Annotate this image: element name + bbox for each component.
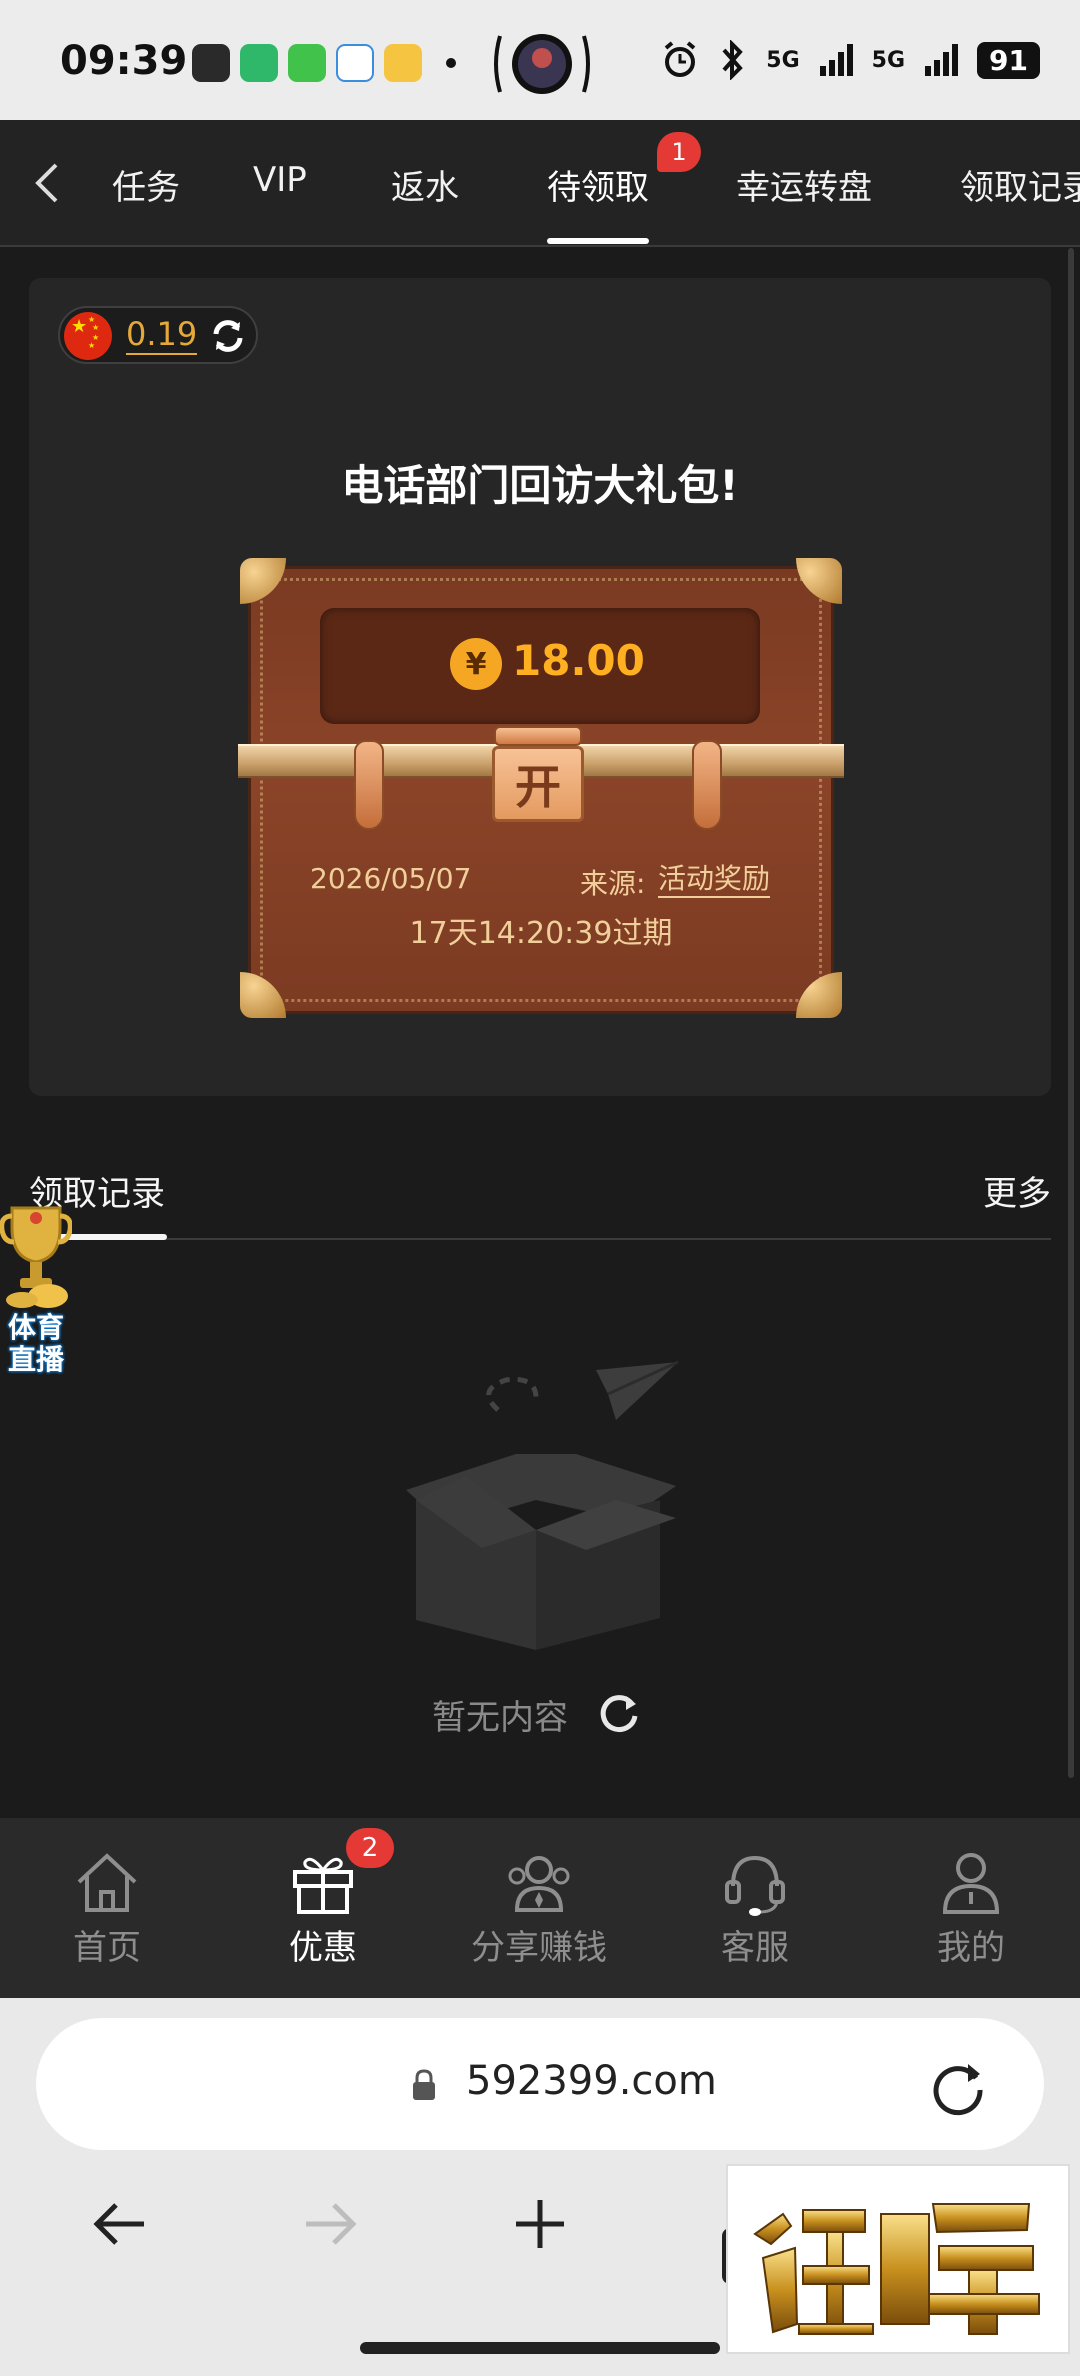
weibo-icon (384, 44, 422, 82)
messages-app-icon (288, 44, 326, 82)
lock-shackle (494, 726, 582, 746)
new-tab-button[interactable] (500, 2184, 580, 2264)
sports-live-label: 体育直播 (7, 1311, 64, 1376)
secure-lock-icon (413, 2069, 435, 2100)
status-time: 09:39 (60, 38, 188, 84)
tab-vip[interactable]: VIP (253, 160, 307, 200)
notification-icons (192, 44, 422, 82)
nav-support-label: 客服 (721, 1928, 789, 1968)
top-tab-bar: 任务 VIP 返水 待领取 幸运转盘 领取记录 (0, 120, 1080, 247)
active-tab-indicator (547, 238, 649, 244)
nav-home[interactable]: 首页 (22, 1848, 192, 1969)
reload-records-icon[interactable] (596, 1690, 642, 1736)
records-divider (29, 1238, 1051, 1240)
plus-icon (516, 2200, 564, 2248)
records-more-link[interactable]: 更多 (983, 1166, 1051, 1215)
arrow-left-icon (93, 2203, 144, 2245)
video-app-icon (240, 44, 278, 82)
nav-promotions-label: 优惠 (289, 1928, 357, 1968)
home-indicator[interactable] (360, 2342, 720, 2354)
nav-profile[interactable]: 我的 (886, 1848, 1056, 1969)
tab-tasks[interactable]: 任务 (112, 160, 180, 209)
trophy-icon (0, 1206, 73, 1308)
treasure-chest[interactable]: ¥ 18.00 开 2026/05/07 来源: 活动奖励 17天14:20:3… (238, 556, 844, 1018)
app-notification-icon (192, 44, 230, 82)
yuan-coin-icon: ¥ (450, 638, 502, 690)
sports-live-float-button[interactable]: 体育直播 (0, 1200, 73, 1384)
bottom-nav: 首页 优惠 分享赚钱 客服 我的 (0, 1818, 1080, 1998)
more-notifications-dot (446, 58, 456, 68)
chest-latch (692, 740, 722, 830)
battery-level: 91 (977, 41, 1040, 79)
nav-home-label: 首页 (73, 1928, 141, 1968)
china-flag-icon: ★ ★ ★ ★ ★ (64, 312, 112, 360)
gift-amount: 18.00 (512, 636, 645, 685)
refresh-balance-icon[interactable] (206, 314, 250, 358)
gift-title: 电话部门回访大礼包! (341, 461, 739, 510)
reload-icon[interactable] (928, 2056, 988, 2116)
url-text[interactable]: 592399.com (466, 2058, 717, 2104)
headset-icon (725, 1855, 785, 1916)
chevron-left-icon (35, 163, 58, 203)
lock-label: 开 (492, 746, 584, 822)
tab-claim-records[interactable]: 领取记录 (960, 160, 1080, 209)
brand-logo-image (753, 2203, 1040, 2335)
expiry-countdown: 17天14:20:39过期 (409, 916, 673, 951)
arrow-right-icon (306, 2203, 357, 2245)
alarm-icon (665, 41, 696, 77)
nav-share-earn-label: 分享赚钱 (471, 1928, 607, 1968)
chest-latch (354, 740, 384, 830)
signal-1-label: 5G (766, 47, 800, 73)
address-bar[interactable]: 592399.com (36, 2018, 1044, 2150)
nav-share-earn[interactable]: 分享赚钱 (454, 1848, 624, 1969)
tab-rebate[interactable]: 返水 (391, 160, 459, 209)
user-icon (942, 1853, 1000, 1914)
home-icon (77, 1853, 137, 1912)
signal-1-icon (819, 44, 853, 76)
pending-count-badge: 1 (657, 132, 701, 172)
tab-lucky-wheel[interactable]: 幸运转盘 (736, 160, 872, 209)
empty-box-icon (406, 1360, 679, 1650)
source-link[interactable]: 活动奖励 (658, 862, 771, 898)
promotions-count-badge: 2 (346, 1828, 394, 1868)
signal-2-label: 5G (871, 47, 906, 73)
nav-support[interactable]: 客服 (670, 1848, 840, 1969)
gift-date: 2026/05/07 (310, 862, 472, 895)
nav-promotions[interactable]: 优惠 (238, 1848, 408, 1969)
status-right: 5G 5G 91 (660, 40, 1040, 80)
signal-2-icon (925, 44, 959, 76)
watermark-logo (726, 2164, 1070, 2354)
browser-back-button[interactable] (80, 2184, 160, 2264)
source-label: 来源: (580, 867, 646, 900)
back-button[interactable] (22, 158, 72, 208)
nav-profile-label: 我的 (937, 1928, 1005, 1968)
share-users-icon (508, 1856, 570, 1912)
chat-app-icon (336, 44, 374, 82)
balance-pill: ★ ★ ★ ★ ★ 0.19 (58, 306, 258, 364)
browser-forward-button[interactable] (290, 2184, 370, 2264)
bluetooth-icon (722, 40, 744, 80)
empty-state-text: 暂无内容 (432, 1698, 568, 1738)
balance-amount[interactable]: 0.19 (126, 316, 198, 355)
live-avatar-icon (494, 34, 590, 94)
tab-pending[interactable]: 待领取 (547, 160, 649, 209)
status-bar: 09:39 5G 5G 91 (0, 0, 1080, 120)
page-scrollbar[interactable] (1068, 248, 1074, 1778)
open-lock-button[interactable]: 开 (492, 726, 584, 826)
